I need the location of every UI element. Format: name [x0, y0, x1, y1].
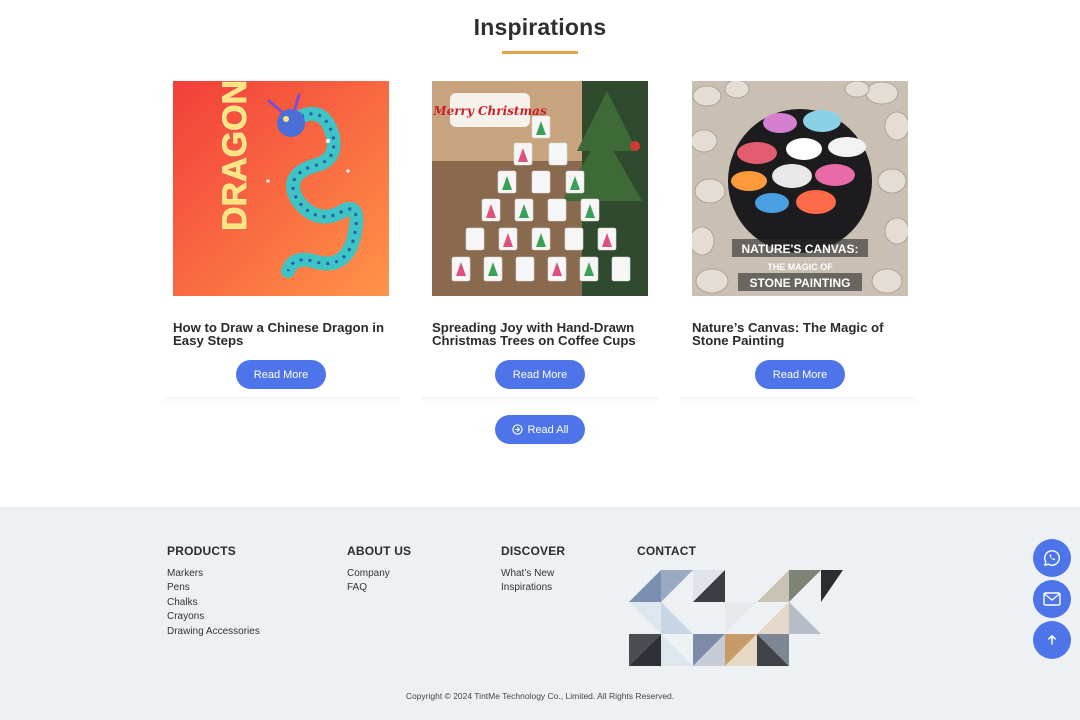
footer-contact: CONTACT — [637, 544, 696, 567]
footer: PRODUCTS Markers Pens Chalks Crayons Dra… — [0, 507, 1080, 720]
svg-text:STONE PAINTING: STONE PAINTING — [750, 276, 851, 290]
read-all-button[interactable]: Read All — [495, 415, 585, 444]
footer-link-whats-new[interactable]: What’s New — [501, 567, 565, 581]
card-divider — [422, 397, 658, 403]
copyright-text: Copyright © 2024 TintMe Technology Co., … — [405, 691, 675, 701]
footer-link-crayons[interactable]: Crayons — [167, 610, 260, 624]
footer-discover: DISCOVER What’s New Inspirations — [501, 544, 565, 596]
footer-heading-discover: DISCOVER — [501, 544, 566, 558]
stone-painting-image[interactable]: NATURE'S CANVAS: THE MAGIC OF STONE PAIN… — [692, 81, 908, 296]
read-more-button[interactable]: Read More — [495, 360, 585, 389]
footer-link-faq[interactable]: FAQ — [347, 581, 411, 595]
read-all-label: Read All — [527, 423, 569, 436]
read-more-button[interactable]: Read More — [236, 360, 326, 389]
email-button[interactable] — [1033, 580, 1071, 618]
arrow-circle-right-icon — [511, 424, 523, 435]
footer-products: PRODUCTS Markers Pens Chalks Crayons Dra… — [167, 544, 260, 639]
footer-link-markers[interactable]: Markers — [167, 567, 260, 581]
svg-text:NATURE'S CANVAS:: NATURE'S CANVAS: — [741, 242, 858, 256]
svg-text:THE MAGIC OF: THE MAGIC OF — [767, 262, 833, 272]
article-card-stone-painting: NATURE'S CANVAS: THE MAGIC OF STONE PAIN… — [692, 81, 908, 401]
mail-icon — [1043, 592, 1061, 606]
christmas-cups-image[interactable]: Merry Christmas — [432, 81, 648, 296]
footer-link-chalks[interactable]: Chalks — [167, 596, 260, 610]
footer-about: ABOUT US Company FAQ — [347, 544, 411, 596]
footer-link-company[interactable]: Company — [347, 567, 411, 581]
card-divider — [163, 397, 399, 403]
footer-link-drawing-accessories[interactable]: Drawing Accessories — [167, 625, 260, 639]
svg-text:DRAGON: DRAGON — [216, 81, 254, 231]
svg-text:Merry Christmas: Merry Christmas — [432, 104, 547, 118]
card-title[interactable]: Spreading Joy with Hand-Drawn Christmas … — [432, 321, 648, 347]
back-to-top-button[interactable] — [1033, 621, 1071, 659]
card-title[interactable]: Nature’s Canvas: The Magic of Stone Pain… — [692, 321, 908, 347]
article-card-dragon: DRAGON How to Draw a Chinese Dragon in E… — [173, 81, 389, 401]
article-card-christmas-cups: Merry Christmas Spreading Joy with Hand-… — [432, 81, 648, 401]
title-underline — [502, 51, 578, 54]
decorative-triangle-pattern — [629, 570, 843, 666]
footer-heading-contact: CONTACT — [637, 544, 697, 558]
footer-heading-about: ABOUT US — [347, 544, 412, 558]
footer-link-inspirations[interactable]: Inspirations — [501, 581, 565, 595]
dragon-illustration-image[interactable]: DRAGON — [173, 81, 389, 296]
whatsapp-icon — [1044, 550, 1060, 566]
card-divider — [681, 397, 917, 403]
arrow-up-icon — [1048, 635, 1056, 645]
read-more-button[interactable]: Read More — [755, 360, 845, 389]
card-title[interactable]: How to Draw a Chinese Dragon in Easy Ste… — [173, 321, 389, 347]
footer-link-pens[interactable]: Pens — [167, 581, 260, 595]
footer-heading-products: PRODUCTS — [167, 544, 236, 558]
whatsapp-button[interactable] — [1033, 539, 1071, 577]
section-title: Inspirations — [473, 14, 607, 40]
